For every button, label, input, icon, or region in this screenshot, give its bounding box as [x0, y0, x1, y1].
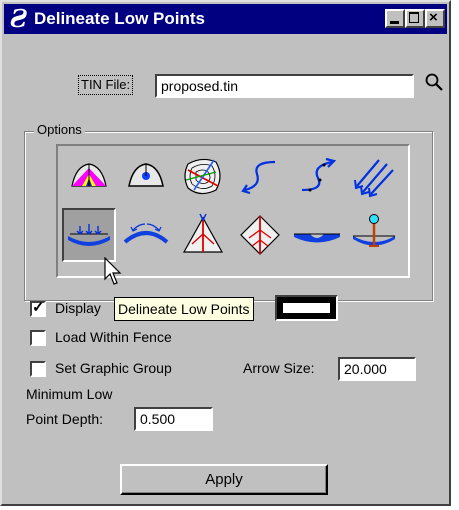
parallel-flow-arrows-tool[interactable] [347, 150, 401, 204]
minimize-button[interactable] [385, 9, 405, 28]
delineate-high-points-icon [123, 223, 169, 244]
min-low-label-line2: Point Depth: [26, 411, 104, 427]
app-icon: Ƨ [10, 4, 28, 33]
tin-file-label: TIN File: [78, 75, 134, 95]
flow-arrow-dotted-tool[interactable] [290, 150, 344, 204]
contour-map-tool[interactable] [176, 150, 230, 204]
close-icon: × [429, 9, 438, 26]
apply-button[interactable]: Apply [120, 464, 328, 495]
display-label: Display [55, 300, 101, 316]
flow-arrow-tool[interactable] [233, 150, 287, 204]
ridge-lines-tool[interactable] [176, 208, 230, 262]
point-depth-input[interactable]: 0.500 [134, 407, 213, 431]
load-within-fence-label: Load Within Fence [55, 329, 172, 345]
display-checkbox[interactable]: ✓ [30, 299, 46, 317]
title-bar[interactable]: Ƨ Delineate Low Points × [4, 4, 447, 34]
options-group-label: Options [34, 122, 85, 137]
ridge-lines-icon [182, 213, 224, 253]
pond-marker-tool[interactable] [347, 208, 401, 262]
maximize-button[interactable] [405, 9, 425, 28]
delineate-high-points-tool[interactable] [119, 208, 173, 262]
load-within-fence-checkbox[interactable] [30, 330, 46, 346]
drainage-divide-tool[interactable] [233, 208, 287, 262]
drainage-divide-icon [240, 215, 280, 255]
low-point-triangle-icon [128, 163, 164, 187]
set-graphic-group-label: Set Graphic Group [55, 360, 172, 376]
parallel-flow-arrows-icon [354, 159, 394, 198]
color-triangles-tool[interactable] [62, 150, 116, 204]
checkmark-icon: ✓ [32, 299, 45, 316]
tin-file-input[interactable]: proposed.tin [155, 74, 414, 98]
sump-icon [294, 233, 340, 243]
flow-arrow-dotted-icon [301, 157, 337, 192]
close-button[interactable]: × [425, 9, 445, 28]
flow-arrow-icon [241, 160, 276, 195]
pond-marker-icon [353, 214, 395, 247]
display-color-swatch[interactable] [275, 295, 338, 321]
delineate-low-points-tool[interactable] [62, 208, 116, 262]
low-point-triangle-tool[interactable] [119, 150, 173, 204]
mouse-pointer-icon [104, 257, 122, 285]
window-title: Delineate Low Points [34, 9, 205, 28]
tooltip: Delineate Low Points [114, 297, 254, 321]
arrow-size-input[interactable]: 20.000 [338, 357, 416, 381]
magnifier-icon[interactable] [424, 72, 444, 94]
color-triangles-icon [71, 163, 107, 187]
delineate-low-points-icon [68, 224, 110, 246]
contour-map-icon [184, 158, 221, 195]
min-low-label-line1: Minimum Low [26, 386, 113, 402]
arrow-size-label: Arrow Size: [243, 360, 315, 376]
set-graphic-group-checkbox[interactable] [30, 361, 46, 377]
sump-tool[interactable] [290, 208, 344, 262]
